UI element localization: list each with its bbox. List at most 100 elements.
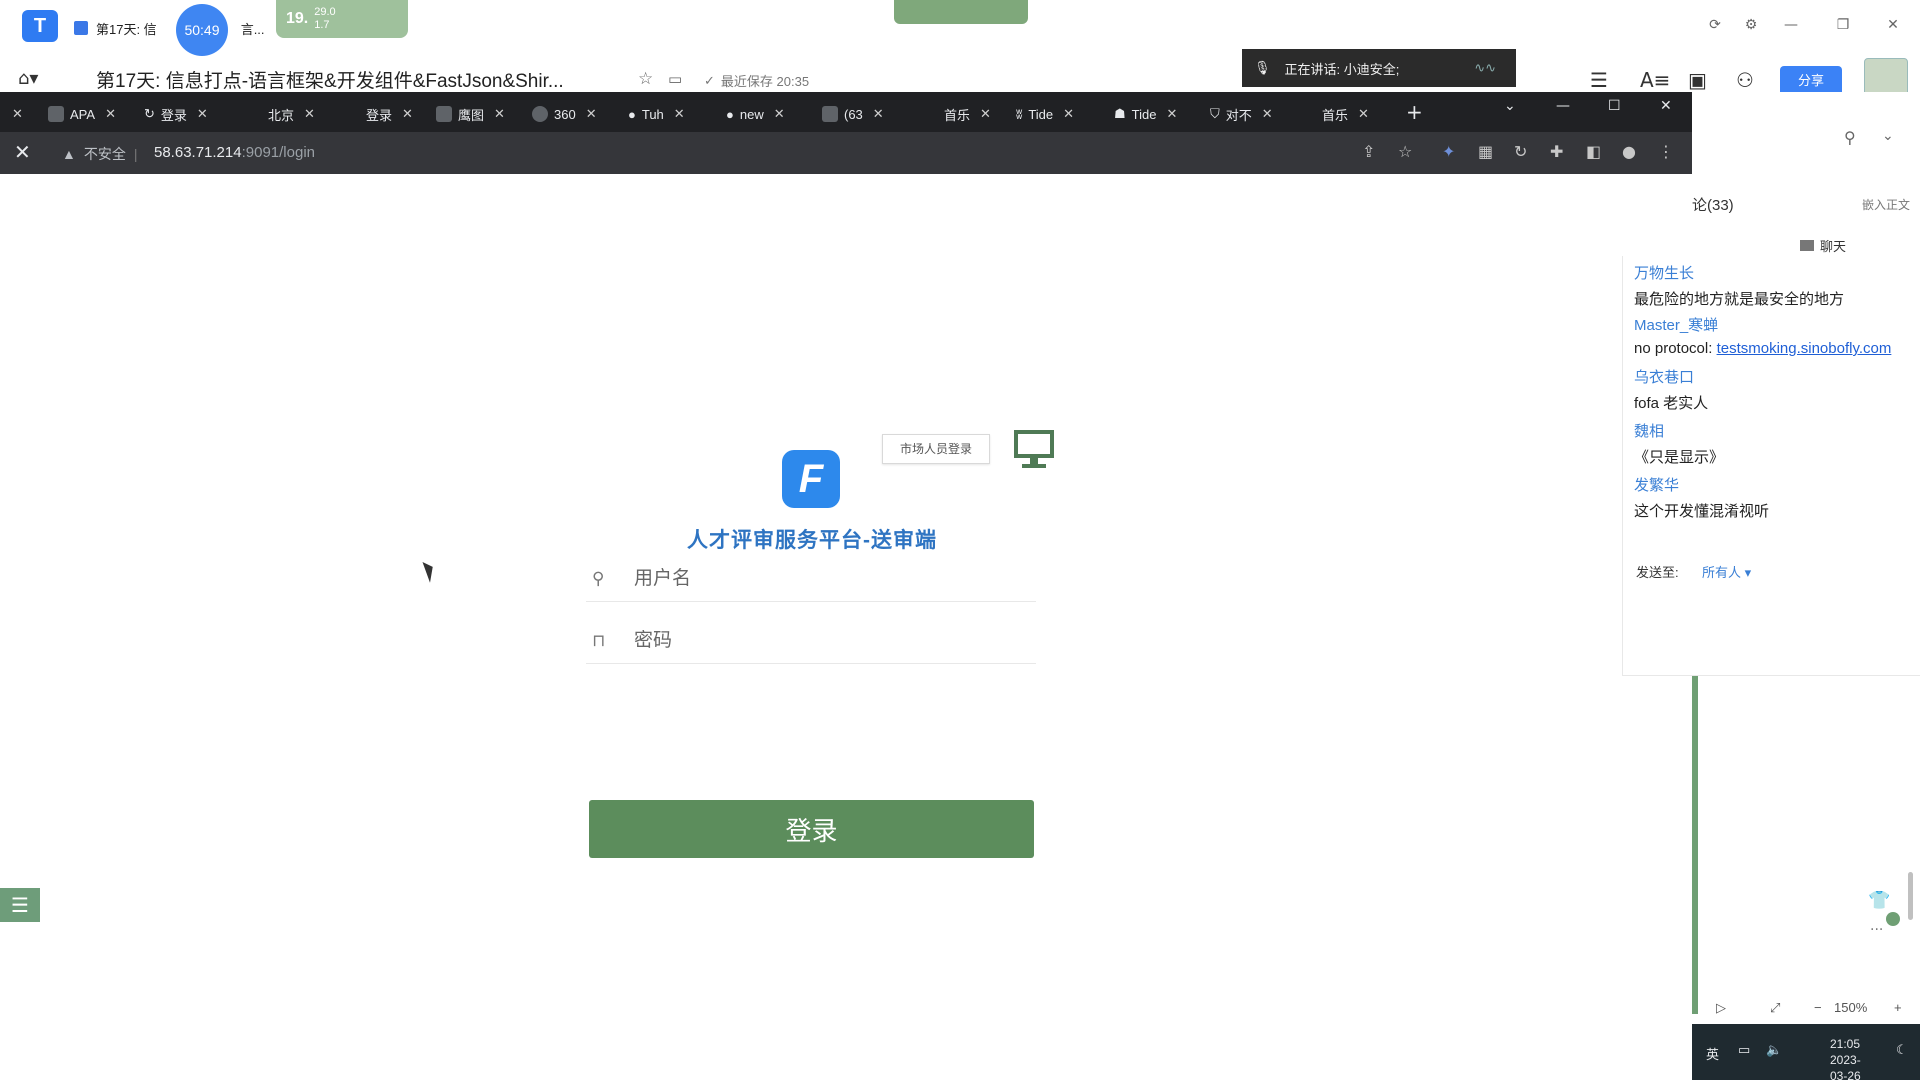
network-icon[interactable]: ▭ [1738, 1042, 1750, 1058]
tab-close-icon[interactable]: ✕ [8, 100, 23, 128]
tab-close-icon[interactable]: ✕ [1262, 107, 1273, 122]
refresh-icon[interactable]: ⟳ [1704, 14, 1726, 36]
tab-close-icon[interactable]: ✕ [402, 107, 413, 122]
fullscreen-icon[interactable]: ⤢ [1770, 1000, 1780, 1016]
recording-timer: 50:49 [176, 4, 228, 56]
browser-window: ✕ APA ✕ ↻ 登录 ✕ 北京 ✕ 登录 ✕ 鹰图 ✕ 360 ✕ ● Tuh ✕ ● new ✕… [0, 92, 1692, 1080]
close-icon[interactable]: ✕ [1882, 14, 1904, 36]
recipient-select[interactable]: 所有人 ▾ [1702, 562, 1751, 581]
tab-close-icon[interactable]: ✕ [1358, 107, 1369, 122]
chat-username: 发繁华 [1634, 477, 1680, 494]
add-collaborator-icon[interactable]: ⚇ [1736, 68, 1754, 92]
password-field[interactable]: ⊓ [586, 618, 1036, 664]
browser-tab[interactable]: 北京 ✕ [268, 100, 315, 128]
browser-tab[interactable]: ʬ Tide ✕ [1016, 100, 1074, 128]
login-button[interactable]: 登录 [589, 800, 1034, 858]
new-tab-button[interactable]: + [1406, 100, 1423, 124]
browser-tab[interactable]: 登录 ✕ [366, 100, 413, 128]
tab-favicon-icon [532, 106, 548, 122]
browser-tab[interactable]: ⛉ 对不 ✕ [1210, 100, 1273, 128]
embed-text-link[interactable]: 嵌入正文 [1862, 196, 1910, 213]
shirt-icon[interactable]: 👕 [1868, 890, 1890, 911]
tab-close-icon[interactable]: ✕ [197, 107, 208, 122]
browser-tab[interactable]: ☗ Tide ✕ [1114, 100, 1177, 128]
browser-tab[interactable]: 首乐 ✕ [944, 100, 991, 128]
star-icon[interactable]: ☆ [638, 69, 653, 89]
profile-icon[interactable]: ● [1622, 142, 1636, 161]
extensions-puzzle-icon[interactable]: ✚ [1550, 142, 1563, 161]
extension-bird-icon[interactable]: ✦ [1442, 142, 1455, 161]
browser-tab[interactable]: ● new ✕ [726, 100, 785, 128]
screen-share-handle[interactable] [894, 0, 1028, 24]
browser-tab[interactable]: (63 ✕ [822, 100, 884, 128]
document-tab[interactable]: 第17天: 信 言... [74, 14, 265, 42]
extension-qr-icon[interactable]: ▦ [1478, 142, 1493, 161]
tab-close-icon[interactable]: ✕ [494, 107, 505, 122]
tab-close-icon[interactable]: ✕ [774, 107, 785, 122]
tab-close-icon[interactable]: ✕ [105, 107, 116, 122]
tab-close-icon[interactable]: ✕ [873, 107, 884, 122]
browser-tab[interactable]: 鹰图 ✕ [436, 100, 505, 128]
panel-divider[interactable] [1692, 676, 1698, 1014]
volume-icon[interactable]: 🔈 [1766, 1042, 1782, 1058]
side-menu-icon[interactable]: ☰ [0, 888, 40, 922]
zoom-out-button[interactable]: − [1814, 1000, 1822, 1015]
browser-tab[interactable]: ● Tuh ✕ [628, 100, 685, 128]
document-title[interactable]: 第17天: 信息打点-语言框架&开发组件&FastJson&Shir... [96, 66, 564, 93]
comment-count[interactable]: 论(33) [1692, 194, 1734, 215]
present-icon[interactable]: ▣ [1688, 68, 1707, 92]
settings-icon[interactable]: ⚙ [1740, 14, 1762, 36]
folder-icon[interactable]: ▭ [668, 70, 682, 88]
scrollbar[interactable] [1908, 872, 1913, 920]
browser-tab[interactable]: 首乐 ✕ [1322, 100, 1369, 128]
notification-icon[interactable]: ☾ [1896, 1042, 1908, 1058]
chevron-down-icon[interactable]: ⌄ [1882, 128, 1894, 144]
maximize-icon[interactable]: ☐ [1608, 98, 1621, 114]
chat-icon [1800, 240, 1814, 251]
tab-search-icon[interactable]: ⌄ [1504, 98, 1516, 114]
bookmark-star-icon[interactable]: ☆ [1398, 142, 1412, 161]
browser-tab[interactable]: APA ✕ [48, 100, 116, 128]
zoom-bar: ▷ ⤢ − 150% + [1698, 994, 1920, 1024]
tab-close-icon[interactable]: ✕ [980, 107, 991, 122]
share-page-icon[interactable]: ⇪ [1362, 142, 1375, 161]
browser-tab[interactable]: ↻ 登录 ✕ [144, 100, 208, 128]
app-logo[interactable]: T [22, 10, 58, 42]
search-icon[interactable]: ⚲ [1844, 128, 1856, 147]
tab-favicon-icon [48, 106, 64, 122]
username-input[interactable] [634, 567, 1014, 590]
document-icon [74, 21, 88, 35]
side-panel-icon[interactable]: ◧ [1586, 142, 1601, 161]
username-field[interactable]: ⚲ [586, 556, 1036, 602]
tab-close-icon[interactable]: ✕ [1166, 107, 1177, 122]
loading-icon: ↻ [144, 106, 155, 121]
security-indicator[interactable]: ▲ 不安全 | [62, 144, 138, 164]
tab-close-icon[interactable]: ✕ [304, 107, 315, 122]
home-icon[interactable]: ⌂▾ [18, 68, 38, 89]
chat-link[interactable]: testsmoking.sinobofly.com [1717, 340, 1892, 357]
minimize-icon[interactable]: — [1556, 98, 1570, 114]
play-icon[interactable]: ▷ [1716, 1000, 1726, 1016]
qr-login-switch-icon[interactable] [1010, 428, 1058, 470]
more-menu-icon[interactable]: ⋮ [1658, 142, 1674, 161]
extension-refresh-icon[interactable]: ↻ [1514, 142, 1527, 161]
password-input[interactable] [634, 629, 1014, 652]
market-staff-login-button[interactable]: 市场人员登录 [882, 434, 990, 464]
tab-close-icon[interactable]: ✕ [586, 107, 597, 122]
menu-icon[interactable]: ☰ [1590, 68, 1608, 92]
more-icon[interactable]: ··· [1870, 922, 1883, 938]
chat-tab[interactable]: 聊天 [1800, 236, 1846, 255]
text-format-icon[interactable]: A≡ [1640, 68, 1670, 92]
restore-icon[interactable]: ❐ [1832, 14, 1854, 36]
browser-tab[interactable]: 360 ✕ [532, 100, 597, 128]
url-field[interactable]: 58.63.71.214:9091/login [154, 144, 315, 161]
url-path: :9091/login [241, 144, 315, 161]
status-dot-icon [1886, 912, 1900, 926]
stop-loading-icon[interactable]: ✕ [14, 140, 31, 164]
minimize-icon[interactable]: — [1780, 14, 1802, 36]
close-icon[interactable]: ✕ [1660, 98, 1672, 114]
tab-close-icon[interactable]: ✕ [674, 107, 685, 122]
ime-indicator[interactable]: 英 [1706, 1044, 1719, 1063]
tab-close-icon[interactable]: ✕ [1063, 107, 1074, 122]
zoom-in-button[interactable]: + [1894, 1000, 1902, 1015]
